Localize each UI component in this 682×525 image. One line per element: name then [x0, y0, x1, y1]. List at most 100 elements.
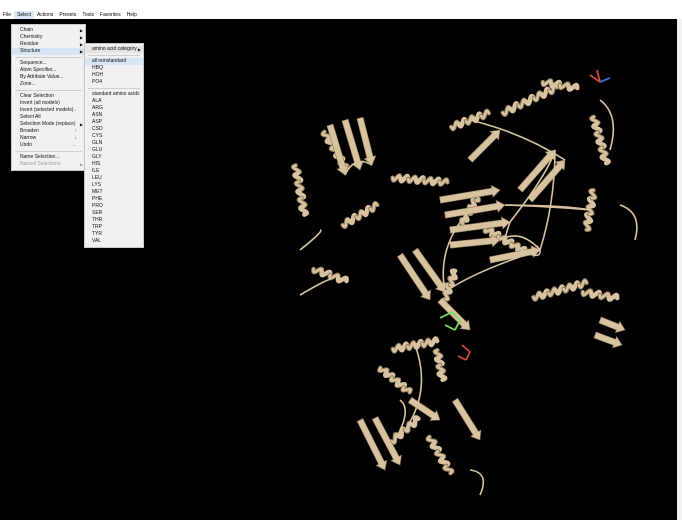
menu-item-label: Clear Selection	[20, 93, 54, 99]
structure-item-trp[interactable]: TRP	[85, 224, 143, 231]
structure-item-amino-acid-category[interactable]: amino acid category ▶	[85, 46, 143, 53]
structure-item-val[interactable]: VAL	[85, 238, 143, 245]
menu-item-label: all nonstandard	[92, 58, 127, 64]
menu-item-label: LYS	[92, 182, 102, 188]
menu-item-label: HIS	[92, 161, 101, 167]
menu-item-label: Selection Mode (replace)	[20, 121, 76, 127]
structure-item-glu[interactable]: GLU	[85, 147, 143, 154]
shortcut-hint: ↓	[74, 135, 78, 141]
menu-item-label: GLN	[92, 140, 103, 146]
select-menu-selection-mode-replace[interactable]: Selection Mode (replace) ▶	[12, 121, 85, 128]
submenu-arrow-icon: ▶	[79, 162, 83, 167]
select-menu-by-attribute-value[interactable]: By Attribute Value...	[12, 74, 85, 81]
select-menu-structure[interactable]: Structure ▶	[12, 48, 85, 55]
menu-item-label: MET	[92, 189, 103, 195]
structure-item-arg[interactable]: ARG	[85, 105, 143, 112]
menu-item-label: Invert (selected models)	[20, 107, 74, 113]
menu-item-label: Select All	[20, 114, 41, 120]
structure-item-tyr[interactable]: TYR	[85, 231, 143, 238]
menu-item-label: Undo	[20, 142, 32, 148]
menu-item-label: ILE	[92, 168, 100, 174]
structure-item-cys[interactable]: CYS	[85, 133, 143, 140]
select-menu-residue[interactable]: Residue ▶	[12, 41, 85, 48]
menu-item-label: SER	[92, 210, 103, 216]
menu-bar: File Select Actions Presets Tools Favorites He…	[0, 11, 682, 19]
menu-item-label: TYR	[92, 231, 102, 237]
structure-item-asp[interactable]: ASP	[85, 119, 143, 126]
structure-item-hbq[interactable]: HBQ	[85, 65, 143, 72]
structure-item-gly[interactable]: GLY	[85, 154, 143, 161]
structure-item-lys[interactable]: LYS	[85, 182, 143, 189]
menu-item-label: THR	[92, 217, 103, 223]
menubar-favorites[interactable]: Favorites	[97, 11, 124, 19]
structure-item-gln[interactable]: GLN	[85, 140, 143, 147]
menu-separator	[15, 151, 82, 152]
menu-separator	[88, 88, 140, 89]
menu-item-label: Atom Specifier...	[20, 67, 57, 73]
submenu-arrow-icon: ▶	[79, 35, 83, 40]
menu-separator	[15, 90, 82, 91]
structure-item-standard-amino-acids[interactable]: standard amino acids	[85, 91, 143, 98]
select-menu-zone[interactable]: Zone...	[12, 81, 85, 88]
structure-item-thr[interactable]: THR	[85, 217, 143, 224]
shortcut-hint: →	[72, 107, 77, 113]
structure-item-po4[interactable]: PO4	[85, 79, 143, 86]
select-menu-narrow[interactable]: Narrow ↓	[12, 135, 85, 142]
menu-item-label: Invert (all models)	[20, 100, 60, 106]
menu-item-label: GLY	[92, 154, 102, 160]
shortcut-hint: ↑	[74, 128, 78, 134]
structure-item-leu[interactable]: LEU	[85, 175, 143, 182]
structure-item-csd[interactable]: CSD	[85, 126, 143, 133]
menu-item-label: ASP	[92, 119, 103, 125]
menu-item-label: HOH	[92, 72, 104, 78]
menu-item-label: CYS	[92, 133, 103, 139]
submenu-arrow-icon: ▶	[79, 28, 83, 33]
select-menu-name-selection[interactable]: Name Selection...	[12, 154, 85, 161]
submenu-arrow-icon: ▶	[79, 49, 83, 54]
menu-item-label: PHE	[92, 196, 103, 202]
menubar-tools[interactable]: Tools	[79, 11, 97, 19]
submenu-arrow-icon: ▶	[137, 47, 141, 52]
structure-item-pro[interactable]: PRO	[85, 203, 143, 210]
structure-item-his[interactable]: HIS	[85, 161, 143, 168]
select-menu-invert-all-models[interactable]: Invert (all models)	[12, 100, 85, 107]
menubar-presets[interactable]: Presets	[56, 11, 79, 19]
structure-item-asn[interactable]: ASN	[85, 112, 143, 119]
submenu-arrow-icon: ▶	[79, 42, 83, 47]
select-menu-atom-specifier[interactable]: Atom Specifier...	[12, 67, 85, 74]
menu-item-label: amino acid category	[92, 46, 137, 52]
menu-item-label: PRO	[92, 203, 103, 209]
menu-item-label: ALA	[92, 98, 102, 104]
select-menu-select-all[interactable]: Select All	[12, 114, 85, 121]
select-menu-clear-selection[interactable]: Clear Selection	[12, 93, 85, 100]
structure-item-phe[interactable]: PHE	[85, 196, 143, 203]
structure-item-all-nonstandard[interactable]: all nonstandard	[85, 58, 143, 65]
select-menu-sequence[interactable]: Sequence...	[12, 60, 85, 67]
menu-separator	[88, 55, 140, 56]
menubar-select[interactable]: Select	[14, 11, 34, 19]
structure-item-ser[interactable]: SER	[85, 210, 143, 217]
select-menu-undo[interactable]: Undo ←	[12, 142, 85, 149]
shortcut-hint: ←	[72, 142, 77, 148]
submenu-arrow-icon: ▶	[79, 122, 83, 127]
select-menu-broaden[interactable]: Broaden ↑	[12, 128, 85, 135]
select-menu-chain[interactable]: Chain ▶	[12, 27, 85, 34]
menu-item-label: TRP	[92, 224, 102, 230]
menu-item-label: By Attribute Value...	[20, 74, 64, 80]
menu-item-label: Name Selection...	[20, 154, 60, 160]
menubar-file[interactable]: File	[0, 11, 14, 19]
structure-submenu: amino acid category ▶ all nonstandard HBQ HO…	[84, 43, 144, 248]
menu-item-label: Narrow	[20, 135, 37, 141]
structure-item-ala[interactable]: ALA	[85, 98, 143, 105]
menubar-help[interactable]: Help	[124, 11, 140, 19]
select-menu-invert-selected-models[interactable]: Invert (selected models) →	[12, 107, 85, 114]
structure-item-ile[interactable]: ILE	[85, 168, 143, 175]
menu-item-label: Zone...	[20, 81, 36, 87]
select-menu-named-selections: Named Selections ▶	[12, 161, 85, 168]
structure-item-hoh[interactable]: HOH	[85, 72, 143, 79]
menubar-actions[interactable]: Actions	[34, 11, 56, 19]
select-menu-chemistry[interactable]: Chemistry ▶	[12, 34, 85, 41]
structure-item-met[interactable]: MET	[85, 189, 143, 196]
select-menu: Chain ▶ Chemistry ▶ Residue ▶ Structure ▶ Sequen…	[11, 24, 86, 171]
menu-separator	[15, 57, 82, 58]
